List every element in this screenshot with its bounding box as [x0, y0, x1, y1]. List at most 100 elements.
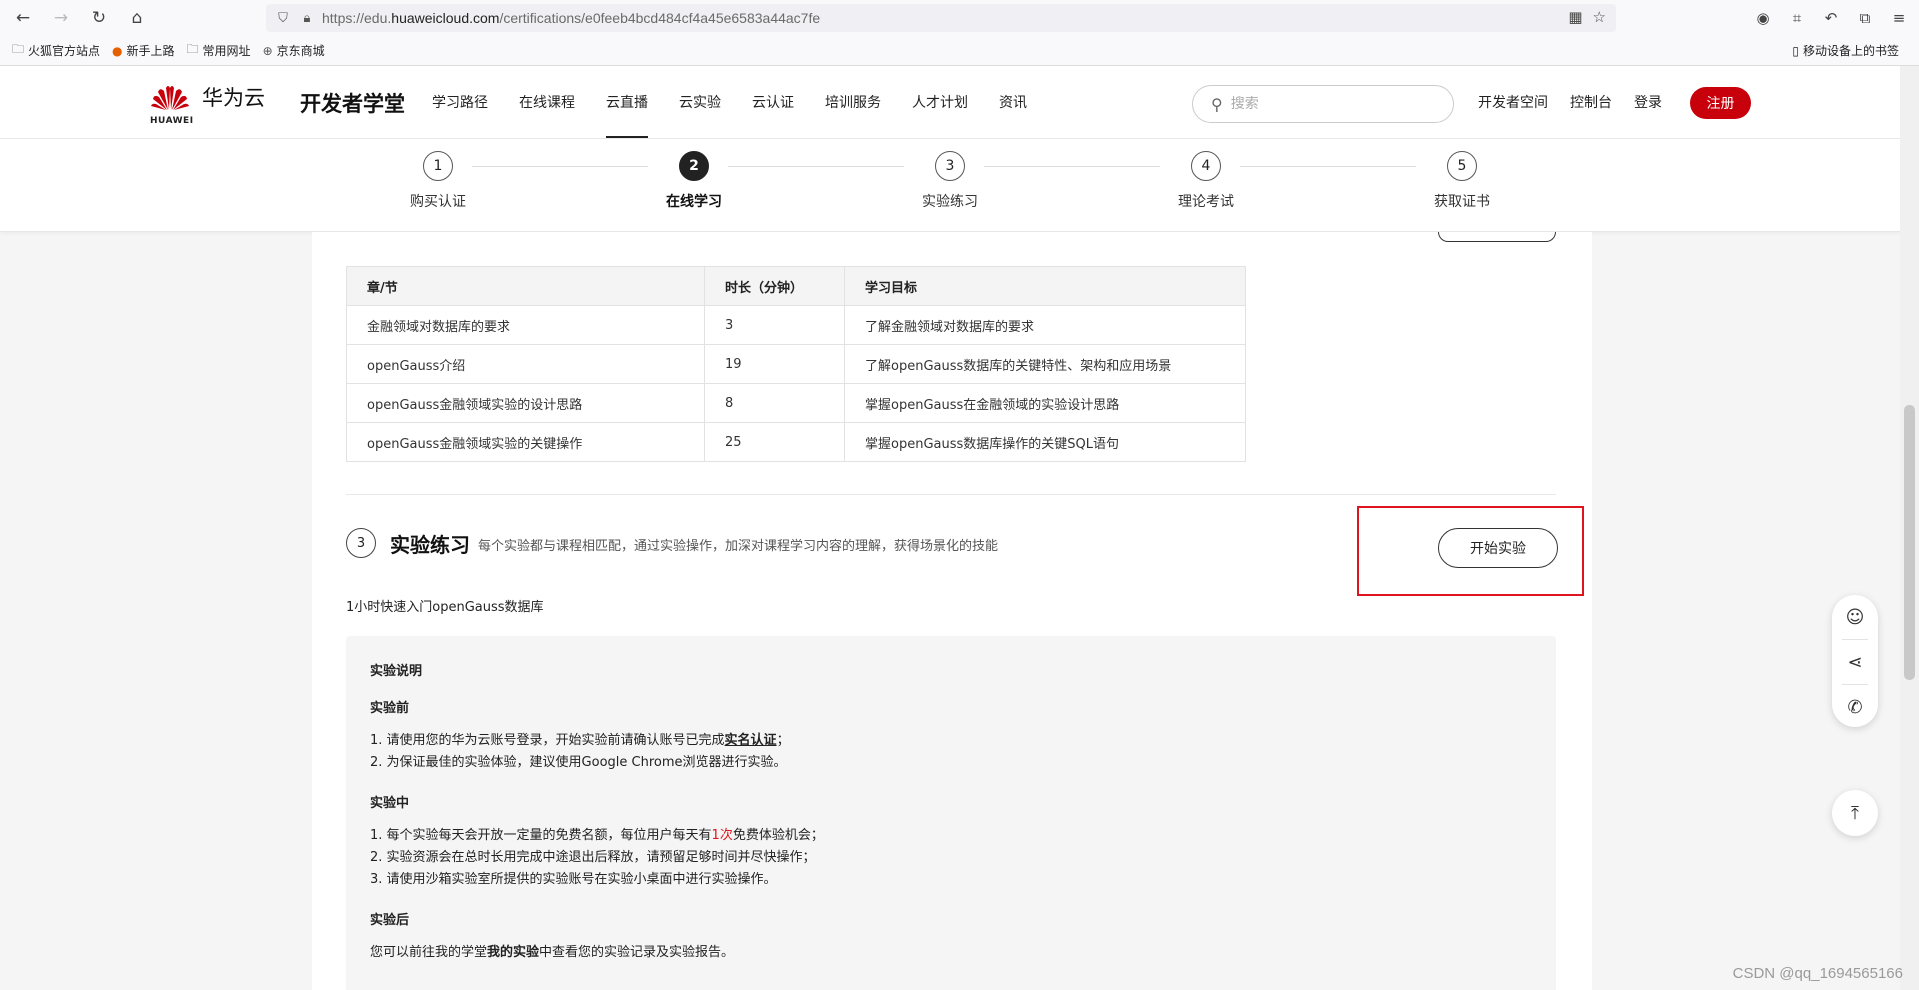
reload-icon[interactable]: ↻ — [84, 3, 114, 33]
forward-arrow-icon[interactable]: → — [46, 3, 76, 33]
lab-instructions-title: 实验说明 — [370, 664, 423, 679]
bookmark-mobile[interactable]: ▯ 移动设备上的书签 — [1792, 42, 1899, 59]
section-description: 每个实验都与课程相匹配，通过实验操作，加深对课程学习内容的理解，获得场景化的技能 — [478, 539, 999, 554]
step-connector — [1240, 166, 1416, 167]
nav-learning-path[interactable]: 学习路径 — [432, 66, 488, 138]
lab-instructions: 实验说明 实验前 1. 请使用您的华为云账号登录，开始实验前请确认账号已完成实名… — [346, 636, 1556, 990]
nav-news[interactable]: 资讯 — [999, 66, 1027, 138]
step-buy-certification[interactable]: 1 购买认证 — [388, 151, 488, 211]
qr-code-icon[interactable]: ▦ — [1568, 8, 1582, 26]
floating-toolbar: ☺ ⋖ ✆ — [1832, 595, 1878, 727]
cell-duration: 3 — [704, 305, 845, 345]
start-lab-button[interactable]: 开始实验 — [1438, 528, 1558, 568]
back-arrow-icon[interactable]: ← — [8, 3, 38, 33]
table-header-row: 章/节 时长（分钟） 学习目标 — [346, 266, 1246, 306]
section-number: 3 — [346, 528, 376, 558]
step-lab-practice[interactable]: 3 实验练习 — [900, 151, 1000, 211]
console-link[interactable]: 控制台 — [1570, 92, 1612, 112]
csdn-watermark: CSDN @qq_1694565166 — [1732, 965, 1903, 982]
huawei-cloud-logo[interactable]: 华为云 — [150, 82, 265, 112]
globe-icon: ⊕ — [262, 43, 273, 58]
star-bookmark-icon[interactable]: ☆ — [1593, 8, 1606, 26]
step-get-certificate[interactable]: 5 获取证书 — [1412, 151, 1512, 211]
extensions-icon[interactable]: ⧉ — [1851, 4, 1879, 32]
nav-online-courses[interactable]: 在线课程 — [519, 66, 575, 138]
search-icon: ⚲ — [1211, 94, 1223, 114]
section-divider — [346, 494, 1556, 495]
col-header-goal: 学习目标 — [844, 266, 1246, 306]
nav-talent-program[interactable]: 人才计划 — [912, 66, 968, 138]
step-number: 1 — [423, 151, 453, 181]
home-icon[interactable]: ⌂ — [122, 3, 152, 33]
address-bar[interactable]: ⛉ 🔒︎ https://edu.huaweicloud.com/certifi… — [266, 4, 1616, 32]
huawei-logo-icon — [151, 86, 189, 110]
search-box[interactable]: ⚲ — [1192, 85, 1454, 123]
header-links: 开发者空间 控制台 登录 — [1478, 66, 1684, 138]
main-content: 章/节 时长（分钟） 学习目标 金融领域对数据库的要求 3 了解金融领域对数据库… — [312, 232, 1592, 990]
step-online-learning[interactable]: 2 在线学习 — [644, 151, 744, 211]
search-input[interactable] — [1230, 96, 1431, 112]
lab-name: 1小时快速入门openGauss数据库 — [346, 600, 544, 615]
nav-cloud-lab[interactable]: 云实验 — [679, 66, 721, 138]
register-button[interactable]: 注册 — [1690, 87, 1751, 119]
crop-icon[interactable]: ⌗ — [1783, 4, 1811, 32]
bookmark-getting-started[interactable]: ● 新手上路 — [112, 42, 175, 59]
step-connector — [984, 166, 1160, 167]
cell-goal: 掌握openGauss在金融领域的实验设计思路 — [844, 383, 1246, 423]
cell-goal: 了解金融领域对数据库的要求 — [844, 305, 1246, 345]
during-lab-item-2: 2. 实验资源会在总时长用完成中途退出后释放，请预留足够时间并尽快操作； — [370, 850, 816, 865]
step-connector — [472, 166, 648, 167]
back-to-top-icon[interactable]: ⤒ — [1832, 790, 1878, 836]
menu-icon[interactable]: ≡ — [1885, 4, 1913, 32]
step-label: 获取证书 — [1434, 194, 1490, 210]
step-label: 理论考试 — [1178, 194, 1234, 210]
nav-cloud-live[interactable]: 云直播 — [606, 66, 648, 138]
feedback-smiley-icon[interactable]: ☺ — [1832, 595, 1878, 639]
partially-hidden-button[interactable] — [1438, 232, 1556, 242]
undo-icon[interactable]: ↶ — [1817, 4, 1845, 32]
col-header-duration: 时长（分钟） — [704, 266, 845, 306]
bookmark-common-sites[interactable]: 🗀 常用网址 — [187, 40, 251, 61]
step-label: 在线学习 — [666, 194, 722, 210]
logo-caption: HUAWEI — [150, 116, 194, 126]
cell-chapter: openGauss金融领域实验的关键操作 — [346, 422, 705, 462]
cell-goal: 掌握openGauss数据库操作的关键SQL语句 — [844, 422, 1246, 462]
developer-space-link[interactable]: 开发者空间 — [1478, 92, 1548, 112]
nav-cloud-certification[interactable]: 云认证 — [752, 66, 794, 138]
during-lab-item-3: 3. 请使用沙箱实验室所提供的实验账号在实验小桌面中进行实验操作。 — [370, 872, 777, 887]
shield-icon: ⛉ — [278, 10, 288, 26]
scrollbar-thumb[interactable] — [1904, 405, 1915, 680]
site-header: 华为云 HUAWEI 开发者学堂 学习路径 在线课程 云直播 云实验 云认证 培… — [0, 66, 1900, 139]
real-name-auth-link[interactable]: 实名认证 — [725, 733, 777, 748]
logo-name: 华为云 — [202, 86, 265, 110]
free-count-highlight: 1次 — [711, 828, 733, 843]
step-theory-exam[interactable]: 4 理论考试 — [1156, 151, 1256, 211]
table-row: openGauss金融领域实验的关键操作 25 掌握openGauss数据库操作… — [346, 422, 1246, 462]
folder-icon: 🗀 — [186, 42, 199, 56]
lock-icon: 🔒︎ — [303, 10, 311, 26]
table-row: openGauss金融领域实验的设计思路 8 掌握openGauss在金融领域的… — [346, 383, 1246, 423]
my-labs-link[interactable]: 我的实验 — [487, 945, 539, 960]
site-title[interactable]: 开发者学堂 — [300, 88, 405, 118]
nav-training-services[interactable]: 培训服务 — [825, 66, 881, 138]
before-lab-title: 实验前 — [370, 701, 410, 716]
cell-chapter: openGauss金融领域实验的设计思路 — [346, 383, 705, 423]
bookmark-firefox-official[interactable]: 🗀 火狐官方站点 — [12, 40, 100, 61]
login-link[interactable]: 登录 — [1634, 92, 1662, 112]
course-table: 章/节 时长（分钟） 学习目标 金融领域对数据库的要求 3 了解金融领域对数据库… — [346, 266, 1246, 462]
bookmark-jd[interactable]: ⊕ 京东商城 — [263, 42, 325, 59]
account-icon[interactable]: ◉ — [1749, 4, 1777, 32]
share-icon[interactable]: ⋖ — [1832, 640, 1878, 684]
url-text[interactable]: https://edu.huaweicloud.com/certificatio… — [322, 10, 820, 26]
certification-steps: 1 购买认证 2 在线学习 3 实验练习 4 理论考试 5 获取证书 — [0, 139, 1900, 232]
section-title: 实验练习 — [390, 533, 470, 557]
after-lab-title: 实验后 — [370, 913, 410, 928]
mobile-icon: ▯ — [1792, 43, 1799, 58]
cell-chapter: 金融领域对数据库的要求 — [346, 305, 705, 345]
step-label: 实验练习 — [922, 194, 978, 210]
col-header-chapter: 章/节 — [346, 266, 705, 306]
step-number: 4 — [1191, 151, 1221, 181]
phone-icon[interactable]: ✆ — [1832, 685, 1878, 729]
during-lab-item-1: 1. 每个实验每天会开放一定量的免费名额，每位用户每天有1次免费体验机会； — [370, 828, 824, 843]
browser-toolbar: ← → ↻ ⌂ ⛉ 🔒︎ https://edu.huaweicloud.com… — [0, 0, 1919, 36]
